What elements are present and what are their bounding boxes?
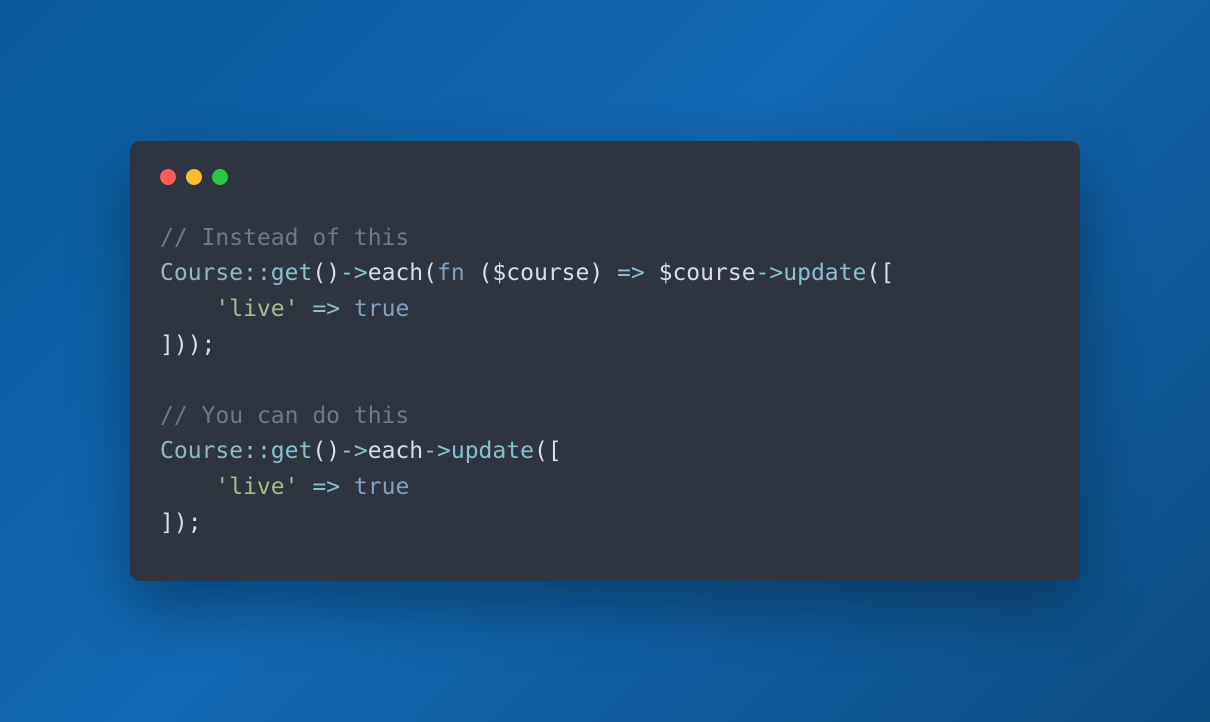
code-block: // Instead of this Course::get()->each(f… <box>160 221 1050 542</box>
code-token: () <box>312 260 340 286</box>
code-token <box>298 296 312 322</box>
code-token <box>298 474 312 500</box>
minimize-icon[interactable] <box>186 169 202 185</box>
code-token: $course <box>492 260 589 286</box>
window-traffic-lights <box>160 169 1050 185</box>
code-token: each <box>368 438 423 464</box>
code-token: => <box>617 260 645 286</box>
code-token: -> <box>423 438 451 464</box>
code-token: () <box>312 438 340 464</box>
code-token <box>645 260 659 286</box>
code-window: // Instead of this Course::get()->each(f… <box>130 141 1080 582</box>
code-token <box>160 296 215 322</box>
code-token: // Instead of this <box>160 225 409 251</box>
code-token: => <box>312 296 340 322</box>
code-token: -> <box>340 438 368 464</box>
code-token: $course <box>659 260 756 286</box>
code-token: ]); <box>160 510 202 536</box>
code-token: :: <box>243 260 271 286</box>
code-token <box>340 296 354 322</box>
code-token: get <box>271 260 313 286</box>
code-token <box>340 474 354 500</box>
code-token: ([ <box>534 438 562 464</box>
code-token: get <box>271 438 313 464</box>
code-token: 'live' <box>215 474 298 500</box>
code-token: each( <box>368 260 437 286</box>
code-token: // You can do this <box>160 403 409 429</box>
code-token: ])); <box>160 332 215 358</box>
code-token: ( <box>465 260 493 286</box>
code-token: -> <box>340 260 368 286</box>
code-token: fn <box>437 260 465 286</box>
code-token: :: <box>243 438 271 464</box>
code-token: update <box>783 260 866 286</box>
close-icon[interactable] <box>160 169 176 185</box>
code-token: ) <box>589 260 617 286</box>
code-token: => <box>312 474 340 500</box>
code-token: true <box>354 474 409 500</box>
code-token <box>160 474 215 500</box>
code-token: true <box>354 296 409 322</box>
code-token: ([ <box>866 260 894 286</box>
code-token: Course <box>160 260 243 286</box>
code-token: 'live' <box>215 296 298 322</box>
code-token: -> <box>756 260 784 286</box>
code-token: update <box>451 438 534 464</box>
code-token: Course <box>160 438 243 464</box>
zoom-icon[interactable] <box>212 169 228 185</box>
